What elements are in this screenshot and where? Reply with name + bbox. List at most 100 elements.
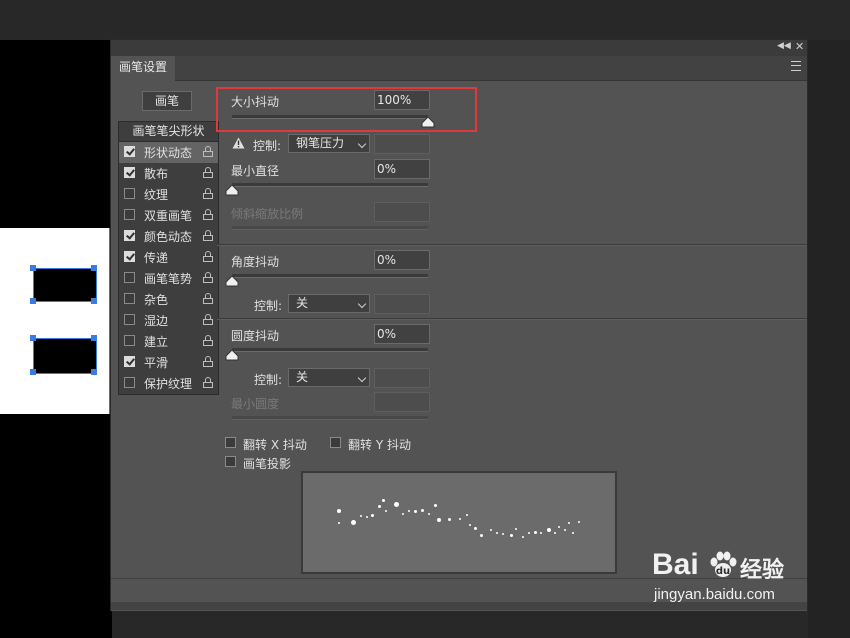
selection-handle[interactable]: [91, 369, 97, 375]
document-canvas[interactable]: [0, 228, 110, 414]
brush-dab: [338, 522, 340, 524]
brush-dab: [377, 504, 381, 508]
list-item[interactable]: 平滑: [119, 352, 218, 373]
list-item-checkbox[interactable]: [124, 356, 135, 367]
tab-brush-settings[interactable]: 画笔设置: [111, 56, 175, 81]
brush-projection-checkbox-box[interactable]: [225, 456, 236, 467]
shape-rectangle-1[interactable]: [33, 268, 97, 302]
selection-handle[interactable]: [30, 298, 36, 304]
close-icon[interactable]: ✕: [795, 40, 804, 53]
brush-dab: [337, 509, 341, 513]
list-item[interactable]: 画笔笔势: [119, 268, 218, 289]
list-item-checkbox[interactable]: [124, 293, 135, 304]
brush-dab: [385, 510, 387, 512]
flip-y-checkbox[interactable]: 翻转 Y 抖动: [330, 435, 430, 452]
lock-icon[interactable]: [203, 272, 213, 283]
list-item-checkbox[interactable]: [124, 272, 135, 283]
lock-icon[interactable]: [203, 314, 213, 325]
lock-icon[interactable]: [203, 209, 213, 220]
list-item[interactable]: 杂色: [119, 289, 218, 310]
list-item-checkbox[interactable]: [124, 167, 135, 178]
roundness-jitter-field[interactable]: 0%: [374, 324, 430, 344]
brush-dab: [509, 533, 513, 537]
lock-icon[interactable]: [203, 335, 213, 346]
list-item[interactable]: 建立: [119, 331, 218, 352]
list-item[interactable]: 形状动态: [119, 142, 218, 163]
lock-icon[interactable]: [203, 230, 213, 241]
min-diameter-field[interactable]: 0%: [374, 159, 430, 179]
list-item-checkbox[interactable]: [124, 335, 135, 346]
control-select-1[interactable]: 钢笔压力: [288, 134, 370, 153]
panel-titlebar[interactable]: ◀◀ ✕: [111, 40, 807, 56]
brush-stroke-preview: [301, 471, 617, 574]
lock-icon[interactable]: [203, 377, 213, 388]
list-item-checkbox[interactable]: [124, 209, 135, 220]
brush-dab: [469, 524, 471, 526]
selection-handle[interactable]: [30, 265, 36, 271]
selection-handle[interactable]: [91, 335, 97, 341]
brush-dab: [366, 516, 368, 518]
roundness-jitter-slider[interactable]: [232, 348, 428, 352]
selection-handle[interactable]: [30, 335, 36, 341]
list-item[interactable]: 保护纹理: [119, 373, 218, 394]
paw-icon: du: [708, 550, 738, 580]
brush-dab: [528, 532, 530, 534]
svg-text:du: du: [716, 566, 730, 577]
list-item-checkbox[interactable]: [124, 146, 135, 157]
collapse-icon[interactable]: ◀◀: [777, 41, 791, 51]
brush-dab: [447, 517, 451, 521]
brush-dab: [466, 514, 468, 516]
lock-icon[interactable]: [203, 188, 213, 199]
min-diameter-label: 最小直径: [231, 164, 280, 178]
watermark-brand-cn: 经验: [740, 558, 785, 583]
list-item[interactable]: 颜色动态: [119, 226, 218, 247]
flip-x-checkbox[interactable]: 翻转 X 抖动: [225, 435, 325, 452]
selection-handle[interactable]: [91, 265, 97, 271]
list-item[interactable]: 传递: [119, 247, 218, 268]
list-item[interactable]: 纹理: [119, 184, 218, 205]
list-item-checkbox[interactable]: [124, 314, 135, 325]
brush-dab: [547, 528, 551, 532]
list-item[interactable]: 散布: [119, 163, 218, 184]
lock-icon[interactable]: [203, 356, 213, 367]
list-item[interactable]: 双重画笔: [119, 205, 218, 226]
watermark-brand: Bai: [652, 548, 699, 581]
brush-projection-checkbox[interactable]: 画笔投影: [225, 454, 325, 471]
brush-dab: [479, 533, 483, 537]
min-diameter-slider[interactable]: [232, 183, 428, 187]
lock-icon[interactable]: [203, 167, 213, 178]
control-select-2[interactable]: 关: [288, 294, 370, 313]
brush-dab: [420, 508, 424, 512]
brush-dab: [350, 519, 356, 525]
brush-dab: [402, 513, 404, 515]
list-item-checkbox[interactable]: [124, 251, 135, 262]
list-item-label: 形状动态: [144, 146, 193, 160]
brush-dab: [408, 510, 410, 512]
chevron-down-icon: [357, 373, 367, 383]
selection-handle[interactable]: [91, 298, 97, 304]
list-item-checkbox[interactable]: [124, 230, 135, 241]
brushes-button[interactable]: 画笔: [142, 91, 192, 111]
list-item-checkbox[interactable]: [124, 377, 135, 388]
panel-menu-icon[interactable]: [791, 61, 801, 71]
list-item-brush-tip-shape[interactable]: 画笔笔尖形状: [119, 122, 218, 142]
angle-jitter-slider[interactable]: [232, 274, 428, 278]
brush-options-list: 画笔笔尖形状 形状动态散布 纹理 双重画笔 颜色动态 传递 画笔笔势 杂色 湿边 建立 平滑 保护纹…: [118, 121, 219, 395]
control-select-3[interactable]: 关: [288, 368, 370, 387]
list-item[interactable]: 湿边: [119, 310, 218, 331]
flip-y-checkbox-box[interactable]: [330, 437, 341, 448]
angle-jitter-field[interactable]: 0%: [374, 250, 430, 270]
lock-icon[interactable]: [203, 146, 213, 157]
min-roundness-slider: [232, 416, 428, 420]
lock-icon[interactable]: [203, 251, 213, 262]
control-select-3-value: 关: [296, 370, 309, 384]
section-divider: [217, 244, 807, 246]
brush-dab: [533, 530, 537, 534]
lock-icon[interactable]: [203, 293, 213, 304]
flip-x-checkbox-box[interactable]: [225, 437, 236, 448]
shape-rectangle-2[interactable]: [33, 338, 97, 374]
list-item-checkbox[interactable]: [124, 188, 135, 199]
min-roundness-label: 最小圆度: [231, 397, 280, 411]
brush-dab: [360, 515, 362, 517]
selection-handle[interactable]: [30, 369, 36, 375]
